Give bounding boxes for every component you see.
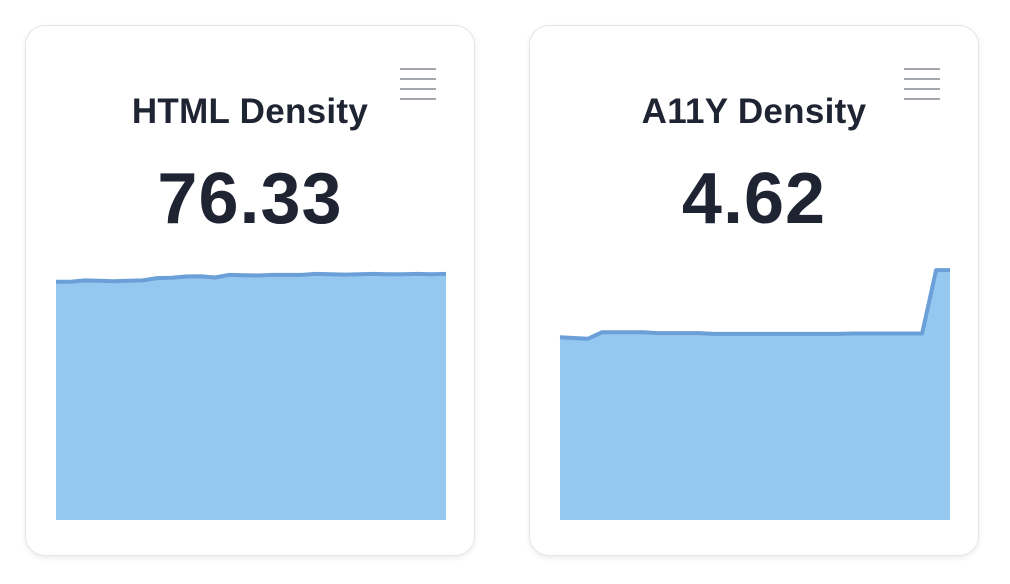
metric-value: 4.62 <box>681 159 827 239</box>
a11y-density-card: A11Y Density 4.62 <box>529 25 979 556</box>
menu-bar <box>904 78 940 80</box>
hamburger-menu-icon[interactable] <box>904 68 940 100</box>
menu-bar <box>400 78 436 80</box>
hamburger-menu-icon[interactable] <box>400 68 436 100</box>
area-fill <box>560 270 950 520</box>
area-fill <box>56 273 446 520</box>
a11y-density-area-chart <box>559 268 950 520</box>
menu-bar <box>400 88 436 90</box>
menu-bar <box>904 98 940 100</box>
menu-bar <box>904 88 940 90</box>
menu-bar <box>400 68 436 70</box>
menu-bar <box>400 98 436 100</box>
html-density-area-chart <box>56 271 447 520</box>
metric-value: 76.33 <box>157 159 343 239</box>
html-density-card: HTML Density 76.33 <box>25 25 475 556</box>
series-line <box>559 268 950 341</box>
menu-bar <box>904 68 940 70</box>
